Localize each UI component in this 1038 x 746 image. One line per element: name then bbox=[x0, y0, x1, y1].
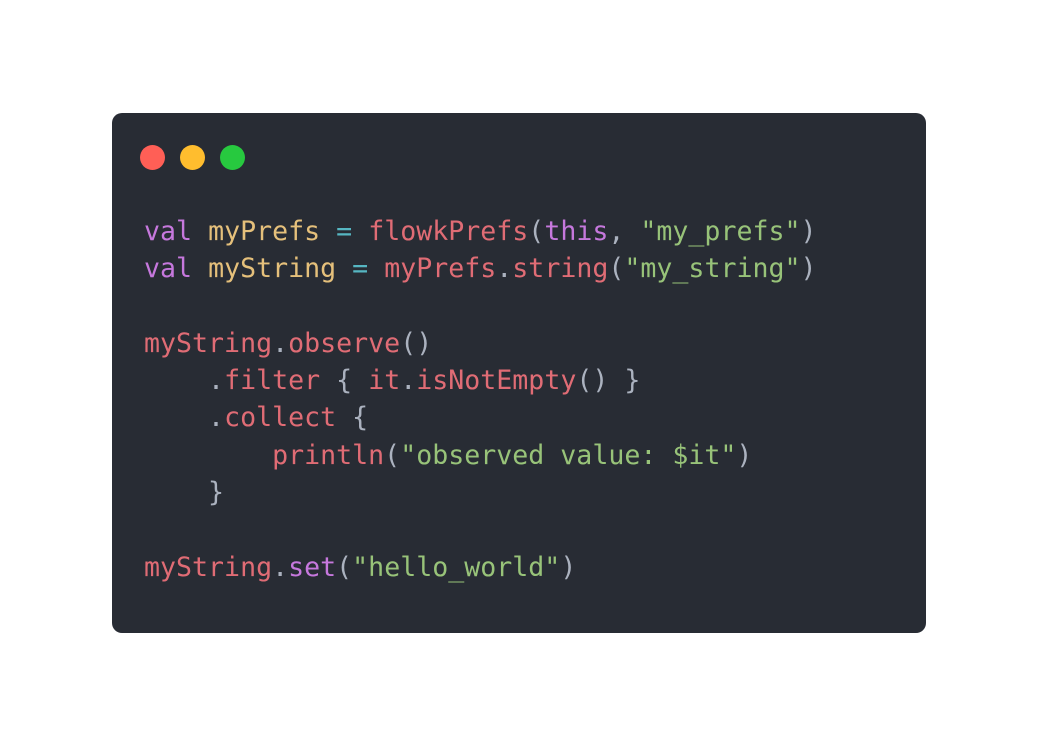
code-token-fn: myPrefs bbox=[384, 253, 497, 285]
maximize-button[interactable] bbox=[220, 145, 245, 170]
code-line: } bbox=[144, 474, 817, 511]
code-token-plain: ) bbox=[800, 253, 817, 285]
code-token-fn: myString bbox=[144, 551, 273, 583]
code-token-str: "hello_world" bbox=[352, 551, 561, 583]
code-block: val myPrefs = flowkPrefs(this, "my_prefs… bbox=[144, 213, 817, 586]
code-token-plain: () bbox=[400, 327, 433, 359]
code-line: val myString = myPrefs.string("my_string… bbox=[144, 250, 817, 287]
code-token-plain: . bbox=[496, 253, 513, 285]
code-token-plain: ) bbox=[736, 439, 753, 471]
code-token-fn: println bbox=[272, 439, 385, 471]
code-token-plain: ( bbox=[336, 551, 353, 583]
code-token-op: = bbox=[352, 253, 369, 285]
code-token-fn: flowkPrefs bbox=[368, 216, 529, 247]
code-token-plain: ( bbox=[384, 439, 401, 471]
code-token-plain: } bbox=[144, 477, 225, 509]
code-token-plain: . bbox=[400, 365, 417, 397]
code-line: .filter { it.isNotEmpty() } bbox=[144, 362, 817, 399]
code-token-str: "my_string" bbox=[624, 253, 801, 285]
code-line: .collect { bbox=[144, 399, 817, 436]
code-token-plain: . bbox=[144, 402, 225, 434]
code-token-kw: set bbox=[288, 551, 337, 583]
code-token-op: = bbox=[336, 216, 353, 247]
code-token-plain: ( bbox=[608, 253, 625, 285]
code-line: val myPrefs = flowkPrefs(this, "my_prefs… bbox=[144, 213, 817, 250]
code-window: val myPrefs = flowkPrefs(this, "my_prefs… bbox=[112, 113, 926, 633]
code-token-var: myPrefs bbox=[208, 216, 321, 247]
close-button[interactable] bbox=[140, 145, 165, 170]
code-token-plain: . bbox=[272, 551, 289, 583]
code-token-plain: ) bbox=[800, 216, 817, 247]
code-token-fn: filter bbox=[224, 365, 321, 397]
code-token-plain: . bbox=[272, 327, 289, 359]
code-token-fn: string bbox=[512, 253, 609, 285]
code-token-kw: val bbox=[144, 253, 193, 285]
code-token-plain: , bbox=[608, 216, 641, 247]
code-token-kw: val bbox=[144, 216, 193, 247]
code-token-fn: isNotEmpty bbox=[416, 365, 577, 397]
code-token-str: "my_prefs" bbox=[640, 216, 801, 247]
code-token-plain: ( bbox=[528, 216, 545, 247]
code-token-plain: { bbox=[320, 365, 369, 397]
code-line: myString.observe() bbox=[144, 325, 817, 362]
code-token-var: myString bbox=[208, 253, 337, 285]
code-token-plain: ) bbox=[560, 551, 577, 583]
code-token-fn: collect bbox=[224, 402, 337, 434]
code-line: myString.set("hello_world") bbox=[144, 549, 817, 586]
code-token-plain: { bbox=[336, 402, 369, 434]
minimize-button[interactable] bbox=[180, 145, 205, 170]
code-token-plain: () } bbox=[576, 365, 641, 397]
code-token-fn: observe bbox=[288, 327, 401, 359]
code-token-fn: myString bbox=[144, 327, 273, 359]
code-token-str: "observed value: $it" bbox=[400, 439, 737, 471]
code-line: println("observed value: $it") bbox=[144, 437, 817, 474]
code-token-plain: . bbox=[144, 365, 225, 397]
code-token-fn: it bbox=[368, 365, 401, 397]
code-token-kw: this bbox=[544, 216, 609, 247]
